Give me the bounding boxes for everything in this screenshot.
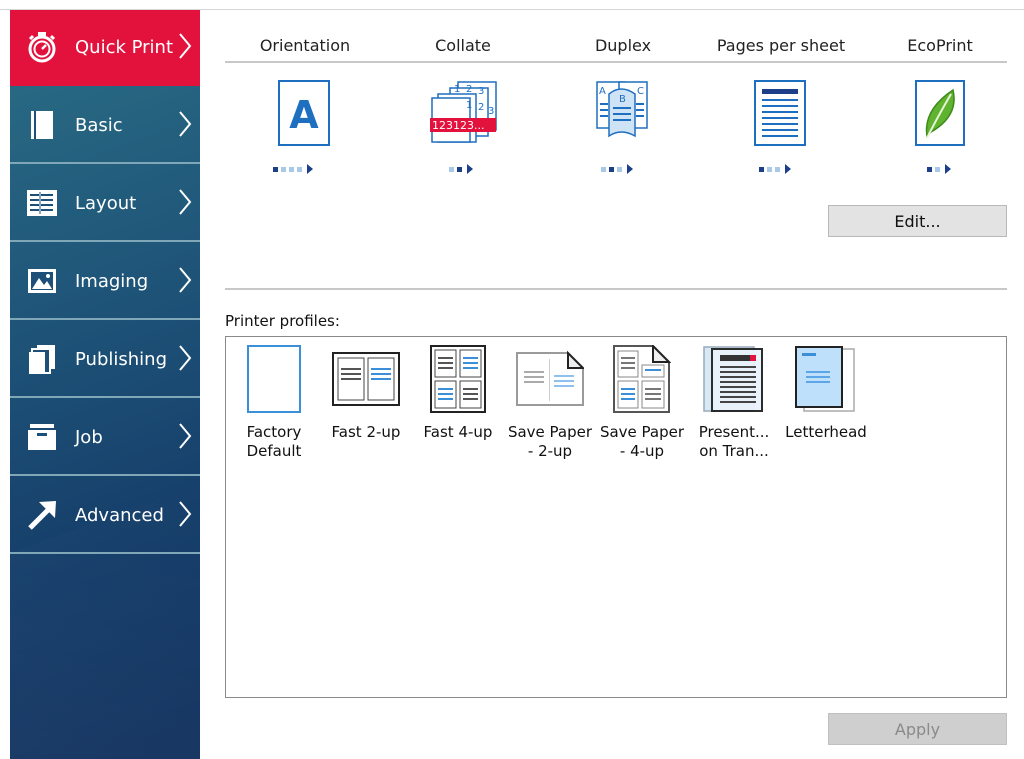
ecoprint-header: EcoPrint bbox=[907, 36, 973, 55]
edit-button[interactable]: Edit... bbox=[828, 205, 1007, 237]
chevron-right-icon bbox=[179, 345, 192, 371]
page-icon bbox=[24, 107, 60, 143]
pages-per-sheet-button[interactable] bbox=[754, 80, 806, 150]
sidebar: Quick Print Basic Layout Imaging Publish… bbox=[10, 10, 200, 759]
leaf-icon bbox=[915, 80, 965, 146]
profile-label: - 4-up bbox=[619, 442, 665, 460]
svg-text:1: 1 bbox=[466, 100, 472, 111]
sidebar-item-label: Advanced bbox=[75, 504, 164, 526]
image-icon bbox=[24, 263, 60, 299]
profile-label: Fast 4-up bbox=[423, 423, 493, 441]
profile-label: Factory bbox=[246, 423, 302, 441]
blank-page-icon bbox=[247, 345, 301, 413]
pages-per-sheet-option-dots[interactable] bbox=[759, 164, 791, 174]
sidebar-item-label: Basic bbox=[75, 114, 123, 136]
chevron-right-icon bbox=[179, 423, 192, 449]
sidebar-item-label: Publishing bbox=[75, 348, 167, 370]
two-up-icon bbox=[332, 352, 400, 406]
sidebar-item-label: Imaging bbox=[75, 270, 149, 292]
sidebar-item-imaging[interactable]: Imaging bbox=[10, 244, 200, 320]
svg-text:1: 1 bbox=[454, 84, 460, 95]
header-divider bbox=[225, 61, 1007, 63]
pages-per-sheet-icon bbox=[754, 80, 806, 146]
duplex-button[interactable]: A BC bbox=[595, 80, 649, 150]
sidebar-item-advanced[interactable]: Advanced bbox=[10, 478, 200, 554]
orientation-icon: A bbox=[278, 80, 330, 146]
printer-profiles-label: Printer profiles: bbox=[225, 312, 340, 330]
save-paper-two-up-icon bbox=[516, 350, 584, 406]
svg-text:3: 3 bbox=[478, 86, 484, 97]
layout-grid-icon bbox=[24, 185, 60, 221]
sidebar-item-layout[interactable]: Layout bbox=[10, 166, 200, 242]
chevron-right-icon bbox=[179, 111, 192, 137]
svg-text:3: 3 bbox=[488, 106, 494, 117]
stopwatch-icon bbox=[24, 29, 60, 65]
apply-button[interactable]: Apply bbox=[828, 713, 1007, 745]
ecoprint-option-dots[interactable] bbox=[927, 164, 951, 174]
profile-save-paper-2-up[interactable]: Save Paper - 2-up bbox=[504, 345, 596, 461]
save-paper-four-up-icon bbox=[613, 345, 671, 413]
duplex-header: Duplex bbox=[594, 36, 652, 55]
profile-label: Default bbox=[246, 442, 302, 460]
section-divider bbox=[225, 288, 1007, 290]
collate-option-dots[interactable] bbox=[449, 164, 473, 174]
svg-text:A: A bbox=[599, 86, 606, 97]
job-box-icon bbox=[24, 419, 60, 455]
orientation-button[interactable]: A bbox=[278, 80, 330, 150]
profile-presentation-on-transparency[interactable]: Present... on Tran... bbox=[688, 345, 780, 461]
profile-factory-default[interactable]: Factory Default bbox=[228, 345, 320, 461]
collate-overlay-text: 123123... bbox=[432, 119, 484, 132]
profile-label: Save Paper bbox=[507, 423, 593, 441]
svg-text:2: 2 bbox=[466, 84, 472, 95]
duplex-icon: A BC bbox=[596, 81, 648, 138]
collate-icon: 123 123 123123... bbox=[430, 81, 497, 143]
printer-profiles-list[interactable]: FactoryDefault Fast 2-up Fast 4-up Save bbox=[225, 336, 1007, 698]
svg-text:2: 2 bbox=[478, 102, 484, 113]
pages-per-sheet-header: Pages per sheet bbox=[716, 36, 846, 55]
profile-letterhead[interactable]: Letterhead bbox=[780, 345, 872, 442]
sidebar-item-publishing[interactable]: Publishing bbox=[10, 322, 200, 398]
svg-text:B: B bbox=[619, 94, 626, 105]
chevron-right-icon bbox=[179, 501, 192, 527]
collate-header: Collate bbox=[435, 36, 491, 55]
orientation-letter: A bbox=[289, 93, 319, 137]
profile-label: Fast 2-up bbox=[331, 423, 401, 441]
profile-fast-4-up[interactable]: Fast 4-up bbox=[412, 345, 504, 442]
chevron-right-icon bbox=[179, 33, 192, 59]
ecoprint-button[interactable] bbox=[915, 80, 965, 150]
profile-label: Present... bbox=[698, 423, 770, 441]
collate-button[interactable]: 123 123 123123... bbox=[430, 80, 498, 150]
svg-text:C: C bbox=[637, 86, 644, 97]
profile-fast-2-up[interactable]: Fast 2-up bbox=[320, 345, 412, 442]
profile-label: on Tran... bbox=[699, 442, 769, 460]
sidebar-item-quick-print[interactable]: Quick Print bbox=[10, 10, 200, 86]
profile-save-paper-4-up[interactable]: Save Paper - 4-up bbox=[596, 345, 688, 461]
profile-label: - 2-up bbox=[527, 442, 573, 460]
orientation-header: Orientation bbox=[259, 36, 351, 55]
profile-label: Save Paper bbox=[599, 423, 685, 441]
chevron-right-icon bbox=[179, 189, 192, 215]
sidebar-item-label: Job bbox=[75, 426, 103, 448]
orientation-option-dots[interactable] bbox=[273, 164, 313, 174]
transparency-icon bbox=[703, 346, 763, 412]
duplex-option-dots[interactable] bbox=[601, 164, 633, 174]
chevron-right-icon bbox=[179, 267, 192, 293]
profile-label: Letterhead bbox=[785, 423, 867, 441]
four-up-icon bbox=[430, 345, 486, 413]
sidebar-item-basic[interactable]: Basic bbox=[10, 88, 200, 164]
sidebar-item-label: Layout bbox=[75, 192, 137, 214]
pages-stack-icon bbox=[24, 341, 60, 377]
sidebar-item-job[interactable]: Job bbox=[10, 400, 200, 476]
sidebar-item-label: Quick Print bbox=[75, 36, 174, 58]
letterhead-icon bbox=[795, 346, 855, 412]
arrow-up-right-icon bbox=[24, 497, 60, 533]
